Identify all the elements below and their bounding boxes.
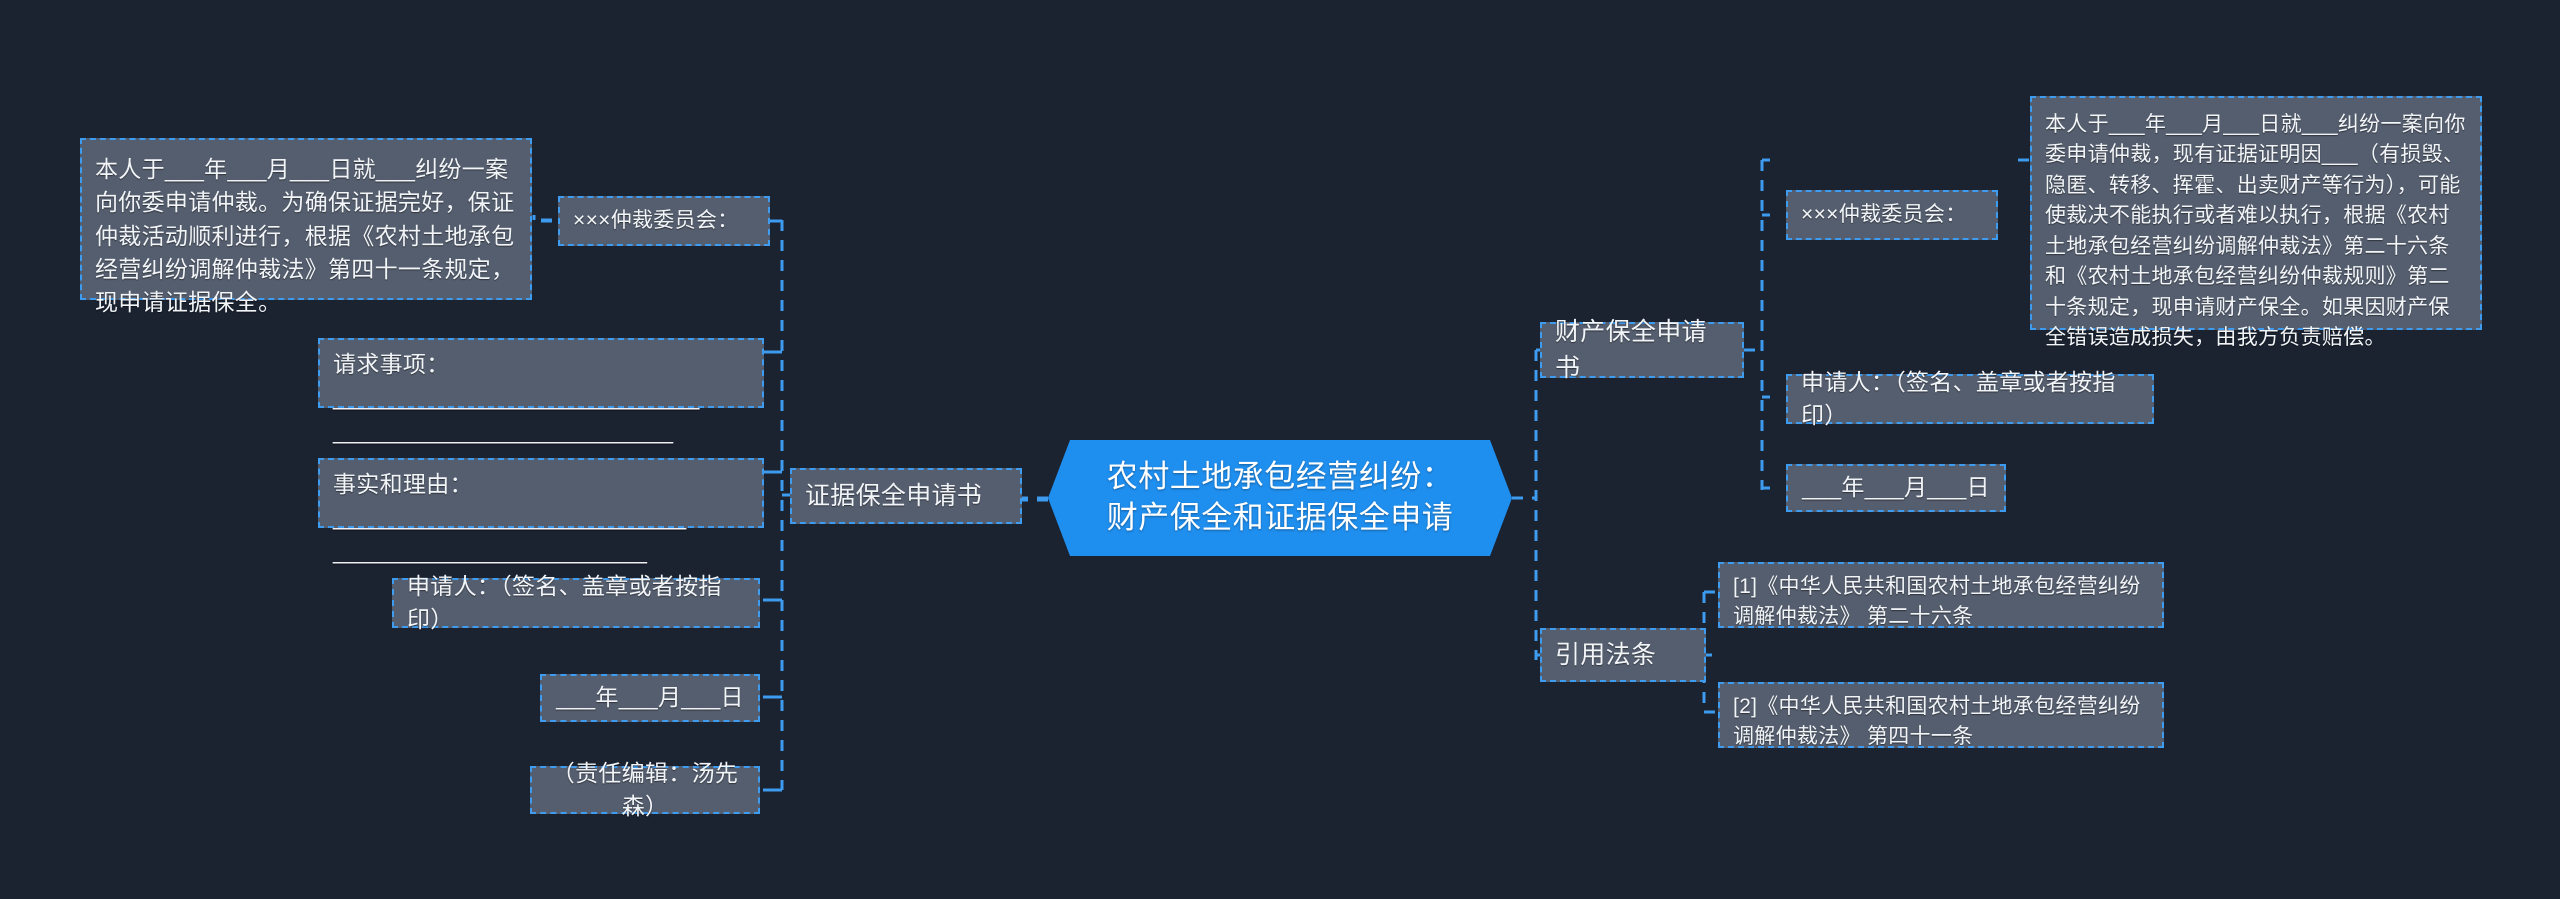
branch-property-preservation[interactable]: 财产保全申请书 (1540, 318, 1744, 382)
node-evidence-applicant[interactable]: 申请人：（签名、盖章或者按指印） (392, 573, 760, 632)
node-evidence-facts[interactable]: 事实和理由：___________________________ ______… (318, 458, 764, 564)
node-evidence-request[interactable]: 请求事项：____________________________ ______… (318, 338, 764, 444)
node-evidence-committee-label: ×××仲裁委员会： (573, 208, 739, 232)
node-citation-1[interactable]: [1]《中华人民共和国农村土地承包经营纠纷 调解仲裁法》 第二十六条 (1718, 562, 2164, 628)
node-evidence-editor[interactable]: （责任编辑：汤先森） (530, 760, 760, 819)
node-property-committee[interactable]: ×××仲裁委员会： (1786, 190, 1998, 240)
node-property-body[interactable]: 本人于___年___月___日就___纠纷一案向你委申请仲裁，现有证据证明因__… (2030, 96, 2482, 349)
node-evidence-request-text: 请求事项：____________________________ ______… (333, 351, 700, 444)
node-property-date[interactable]: ___年___月___日 (1786, 464, 2006, 512)
node-property-committee-label: ×××仲裁委员会： (1801, 202, 1967, 226)
node-property-date-text: ___年___月___日 (1802, 474, 1990, 501)
root-node[interactable]: 农村土地承包经营纠纷： 财产保全和证据保全申请 (1048, 440, 1512, 556)
node-citation-1-text: [1]《中华人民共和国农村土地承包经营纠纷 调解仲裁法》 第二十六条 (1733, 575, 2141, 629)
mindmap-canvas: 农村土地承包经营纠纷： 财产保全和证据保全申请 证据保全申请书 ×××仲裁委员会… (0, 0, 2560, 899)
node-evidence-editor-text: （责任编辑：汤先森） (551, 759, 739, 819)
root-title: 农村土地承包经营纠纷： 财产保全和证据保全申请 (1106, 459, 1454, 535)
node-citation-2[interactable]: [2]《中华人民共和国农村土地承包经营纠纷 调解仲裁法》 第四十一条 (1718, 682, 2164, 748)
node-citation-2-text: [2]《中华人民共和国农村土地承包经营纠纷 调解仲裁法》 第四十一条 (1733, 695, 2141, 749)
branch-evidence-preservation[interactable]: 证据保全申请书 (790, 468, 1022, 524)
node-evidence-body[interactable]: 本人于___年___月___日就___纠纷一案向你委申请仲裁。为确保证据完好，保… (80, 138, 532, 315)
node-evidence-facts-text: 事实和理由：___________________________ ______… (333, 471, 687, 564)
node-evidence-date-text: ___年___月___日 (556, 684, 744, 711)
node-evidence-date[interactable]: ___年___月___日 (540, 674, 760, 722)
branch-property-label: 财产保全申请书 (1555, 317, 1707, 382)
branch-evidence-label: 证据保全申请书 (805, 481, 983, 510)
node-evidence-committee[interactable]: ×××仲裁委员会： (558, 196, 770, 246)
branch-citations[interactable]: 引用法条 (1540, 628, 1706, 682)
node-property-body-text: 本人于___年___月___日就___纠纷一案向你委申请仲裁，现有证据证明因__… (2045, 113, 2466, 350)
node-property-applicant[interactable]: 申请人：（签名、盖章或者按指印） (1786, 369, 2154, 428)
node-evidence-body-text: 本人于___年___月___日就___纠纷一案向你委申请仲裁。为确保证据完好，保… (95, 156, 515, 316)
node-evidence-applicant-text: 申请人：（签名、盖章或者按指印） (407, 572, 722, 632)
node-property-applicant-text: 申请人：（签名、盖章或者按指印） (1801, 368, 2116, 428)
branch-citations-label: 引用法条 (1555, 640, 1657, 669)
